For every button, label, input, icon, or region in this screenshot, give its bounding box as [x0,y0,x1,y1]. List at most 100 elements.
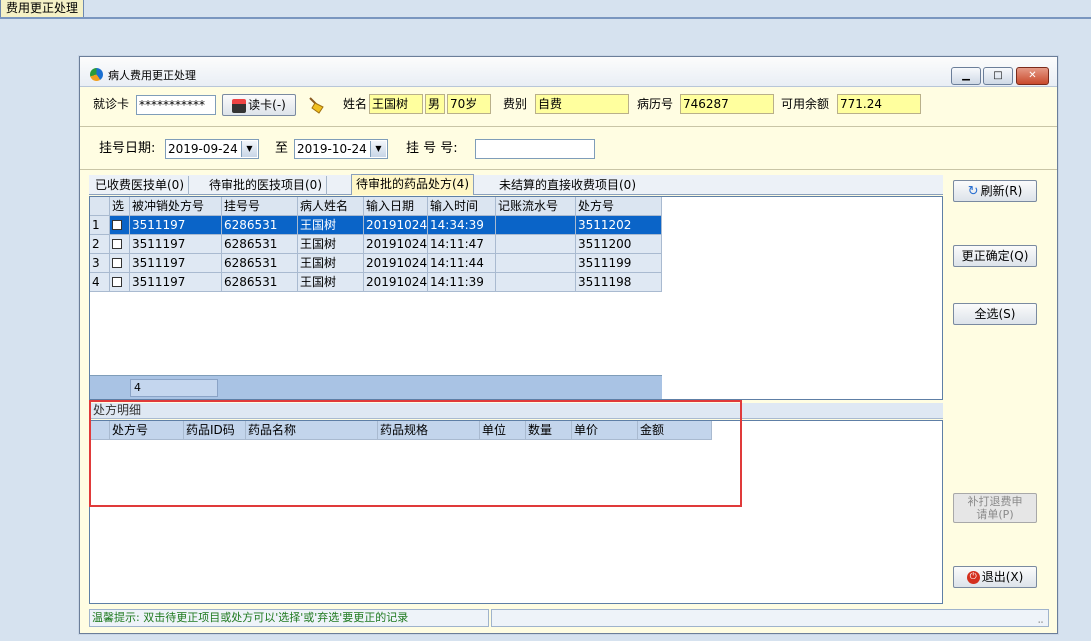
filter-divider [80,169,1057,170]
select-checkbox[interactable] [110,235,130,254]
table-row[interactable]: 2 3511197 6286531 王国树 20191024 14:11:47 … [90,235,662,254]
table-row[interactable]: 1 3511197 6286531 王国树 20191024 14:34:39 … [90,216,662,235]
row-count: 4 [130,379,218,397]
chevron-down-icon[interactable]: ▼ [370,141,386,157]
tab-fee-correction[interactable]: 费用更正处理 [0,0,85,18]
maximize-button[interactable]: □ [983,67,1013,85]
table-row[interactable]: 4 3511197 6286531 王国树 20191024 14:11:39 … [90,273,662,292]
card-input[interactable]: *********** [136,95,216,115]
cell-serial [496,235,576,254]
cell-orig-rx: 3511197 [130,216,222,235]
reprint-refund-button[interactable]: 补打退费申 请单(P) [953,493,1037,523]
to-label: 至 [275,141,289,156]
grid-header: 选 被冲销处方号 挂号号 病人姓名 输入日期 输入时间 记账流水号 处方号 [90,197,662,216]
cell-orig-rx: 3511197 [130,273,222,292]
broom-icon[interactable] [305,95,327,115]
fee-correction-window: 病人费用更正处理 ▁ □ ✕ 就诊卡 *********** 读卡(-) 姓名 … [79,56,1058,634]
col-header-time[interactable]: 输入时间 [428,197,496,216]
cell-rx: 3511202 [576,216,662,235]
reg-no-input[interactable] [475,139,595,159]
cell-name: 王国树 [298,216,364,235]
exit-label: 退出(X) [981,570,1024,584]
refresh-label: 刷新(R) [980,184,1023,198]
cell-name: 王国树 [298,235,364,254]
col-header-qty[interactable]: 数量 [526,421,572,440]
confirm-correction-button[interactable]: 更正确定(Q) [953,245,1037,267]
col-header-date[interactable]: 输入日期 [364,197,428,216]
select-all-button[interactable]: 全选(S) [953,303,1037,325]
row-number: 4 [90,273,110,292]
cell-date: 20191024 [364,216,428,235]
cell-serial [496,216,576,235]
minimize-button[interactable]: ▁ [951,67,981,85]
refresh-button[interactable]: ↻ 刷新(R) [953,180,1037,202]
cell-date: 20191024 [364,273,428,292]
col-header-price[interactable]: 单价 [572,421,638,440]
tab-bar: 已收费医技单(0) 待审批的医技项目(0) 待审批的药品处方(4) 未结算的直接… [89,174,943,195]
read-card-button[interactable]: 读卡(-) [222,94,296,116]
grid-corner [90,197,110,216]
select-checkbox[interactable] [110,216,130,235]
fee-type-label: 费别 [503,97,528,111]
read-card-label: 读卡(-) [248,98,286,112]
fee-type-value: 自费 [535,94,629,114]
detail-grid-header: 处方号 药品ID码 药品名称 药品规格 单位 数量 单价 金额 [90,421,712,440]
col-header-amount[interactable]: 金额 [638,421,712,440]
prescription-grid: 选 被冲销处方号 挂号号 病人姓名 输入日期 输入时间 记账流水号 处方号 1 … [89,196,943,400]
select-checkbox[interactable] [110,273,130,292]
tab-charged-tech[interactable]: 已收费医技单(0) [91,176,189,195]
col-header-select[interactable]: 选 [110,197,130,216]
cell-time: 14:11:44 [428,254,496,273]
col-header-detail-rx[interactable]: 处方号 [110,421,184,440]
col-header-drug-id[interactable]: 药品ID码 [184,421,246,440]
exit-button[interactable]: ⏻ 退出(X) [953,566,1037,588]
reg-date-label: 挂号日期: [99,141,156,156]
cell-time: 14:34:39 [428,216,496,235]
col-header-serial[interactable]: 记账流水号 [496,197,576,216]
close-button[interactable]: ✕ [1016,67,1049,85]
cell-serial [496,273,576,292]
col-header-drug-name[interactable]: 药品名称 [246,421,378,440]
resize-grip-icon[interactable]: ⣀ [1037,614,1044,624]
date-from-picker[interactable]: 2019-09-24 ▼ [165,139,259,159]
cell-reg-no: 6286531 [222,254,298,273]
power-icon: ⏻ [966,571,980,584]
col-header-rx[interactable]: 处方号 [576,197,662,216]
tab-unsettled-items[interactable]: 未结算的直接收费项目(0) [495,176,640,195]
col-header-reg-no[interactable]: 挂号号 [222,197,298,216]
tab-pending-tech[interactable]: 待审批的医技项目(0) [205,176,327,195]
grid-footer: 4 [90,375,662,399]
cell-rx: 3511199 [576,254,662,273]
status-bar: 温馨提示: 双击待更正项目或处方可以'选择'或'弃选'要更正的记录 ⣀ [89,609,1049,627]
row-number: 1 [90,216,110,235]
card-reader-icon [232,98,247,113]
reprint-label-line2: 请单(P) [976,508,1014,521]
row-number: 2 [90,235,110,254]
header-divider [80,126,1057,127]
row-number: 3 [90,254,110,273]
cell-serial [496,254,576,273]
card-label: 就诊卡 [93,97,130,111]
chevron-down-icon[interactable]: ▼ [241,141,257,157]
col-header-drug-spec[interactable]: 药品规格 [378,421,480,440]
status-hint: 温馨提示: 双击待更正项目或处方可以'选择'或'弃选'要更正的记录 [89,609,489,627]
window-titlebar: 病人费用更正处理 ▁ □ ✕ [80,57,1057,87]
col-header-unit[interactable]: 单位 [480,421,526,440]
reg-no-label: 挂 号 号: [406,141,458,156]
date-to-picker[interactable]: 2019-10-24 ▼ [294,139,388,159]
col-header-orig-rx[interactable]: 被冲销处方号 [130,197,222,216]
cell-orig-rx: 3511197 [130,235,222,254]
detail-section-title: 处方明细 [89,403,943,419]
tab-pending-drug[interactable]: 待审批的药品处方(4) [351,174,474,195]
cell-orig-rx: 3511197 [130,254,222,273]
balance-label: 可用余额 [781,97,830,111]
prescription-detail-grid: 处方号 药品ID码 药品名称 药品规格 单位 数量 单价 金额 [89,420,943,604]
select-checkbox[interactable] [110,254,130,273]
name-label: 姓名 [343,97,368,111]
col-header-name[interactable]: 病人姓名 [298,197,364,216]
tab-strip-line [0,17,1091,19]
status-panel: ⣀ [491,609,1049,627]
cell-name: 王国树 [298,273,364,292]
table-row[interactable]: 3 3511197 6286531 王国树 20191024 14:11:44 … [90,254,662,273]
gender-value: 男 [425,94,445,114]
